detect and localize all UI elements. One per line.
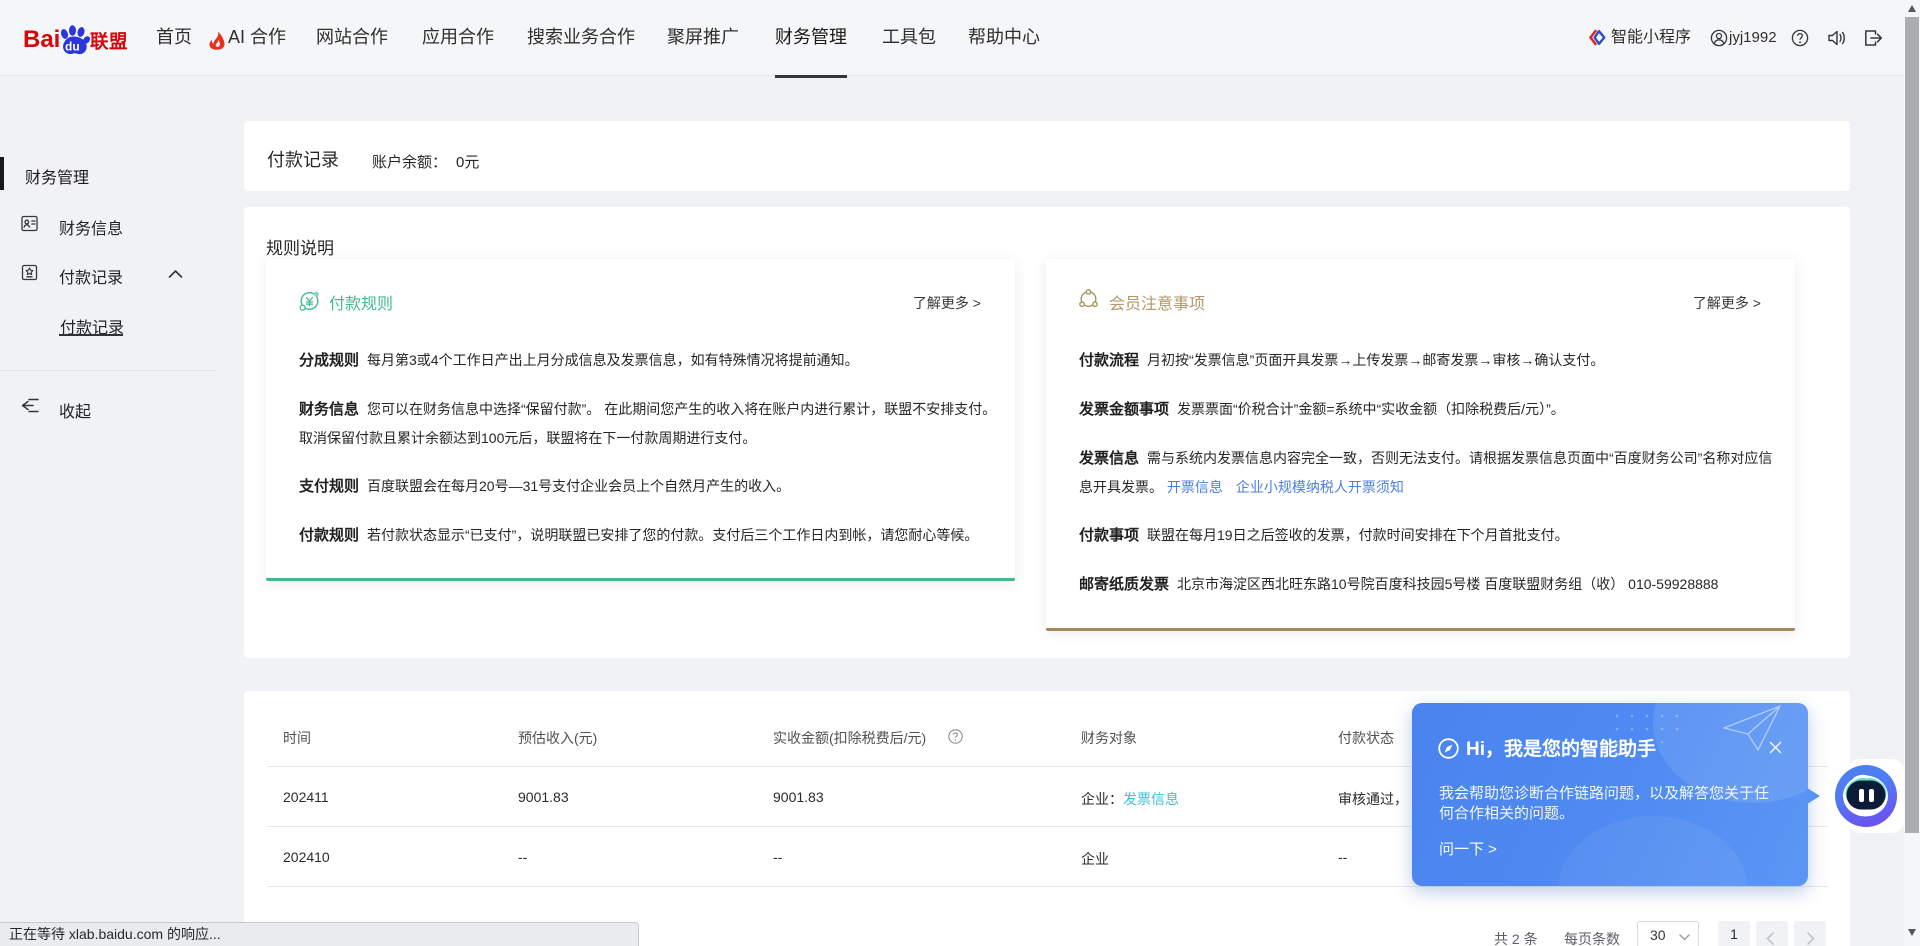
svg-text:du: du <box>65 40 80 54</box>
svg-text:Bai: Bai <box>23 26 60 53</box>
svg-text:联盟: 联盟 <box>90 31 128 52</box>
